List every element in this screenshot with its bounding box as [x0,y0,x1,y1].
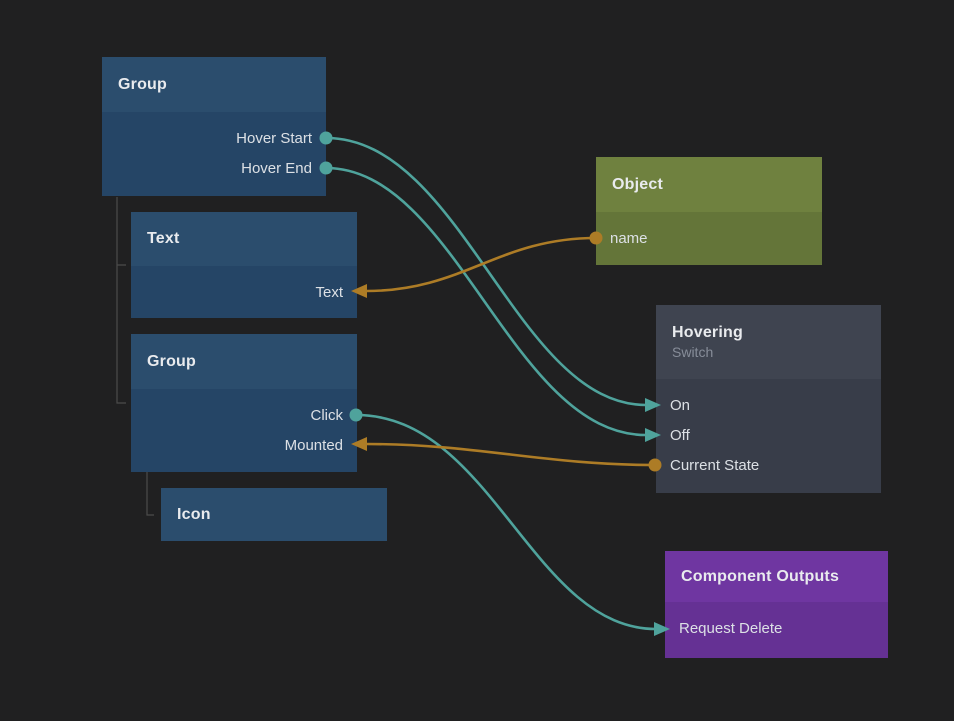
node-title: Object [612,176,812,194]
port-label: Hover End [241,160,312,177]
node-title: Component Outputs [681,568,878,586]
port-label: Mounted [285,437,343,454]
node-object-1[interactable]: Object name [596,157,822,265]
port-row-off[interactable]: Off [656,420,881,450]
port-label: Off [670,427,690,444]
port-label: Current State [670,457,759,474]
node-group-2[interactable]: Group Click Mounted [131,334,357,472]
port-label: Text [315,284,343,301]
hierarchy-line-group2-children [147,472,154,515]
node-icon-1-header[interactable]: Icon [161,488,387,541]
port-label: Request Delete [679,620,782,637]
node-editor-canvas[interactable]: Group Hover Start Hover End Text Text Gr… [0,0,954,721]
node-component-outputs-header[interactable]: Component Outputs [665,551,888,602]
node-object-1-header[interactable]: Object [596,157,822,212]
node-hovering-switch-header[interactable]: Hovering Switch [656,305,881,379]
port-row-text[interactable]: Text [131,277,357,307]
port-row-name[interactable]: name [596,223,822,253]
port-row-click[interactable]: Click [131,400,357,430]
port-row-hover-start[interactable]: Hover Start [102,123,326,153]
node-icon-1[interactable]: Icon [161,488,387,541]
port-label: Hover Start [236,130,312,147]
wire-name-to-text[interactable] [366,238,596,291]
node-title: Group [118,76,316,94]
wire-current-state-to-mounted[interactable] [366,444,655,465]
wire-click-to-request-delete[interactable] [356,415,656,629]
port-row-hover-end[interactable]: Hover End [102,153,326,183]
port-row-request-delete[interactable]: Request Delete [665,613,888,643]
node-title: Icon [177,506,377,524]
node-text-1-header[interactable]: Text [131,212,357,266]
node-text-1[interactable]: Text Text [131,212,357,318]
node-subtitle: Switch [672,344,871,360]
port-label: Click [311,407,344,424]
node-title: Group [147,353,347,371]
port-row-on[interactable]: On [656,390,881,420]
node-component-outputs[interactable]: Component Outputs Request Delete [665,551,888,658]
node-group-2-header[interactable]: Group [131,334,357,389]
node-title: Text [147,230,347,248]
port-row-current-state[interactable]: Current State [656,450,881,480]
node-group-1[interactable]: Group Hover Start Hover End [102,57,326,196]
hierarchy-line-group1-children [117,197,126,403]
port-label: On [670,397,690,414]
port-label: name [610,230,648,247]
port-row-mounted[interactable]: Mounted [131,430,357,460]
node-hovering-switch[interactable]: Hovering Switch On Off Current State [656,305,881,493]
node-title: Hovering [672,324,871,342]
node-group-1-header[interactable]: Group [102,57,326,112]
